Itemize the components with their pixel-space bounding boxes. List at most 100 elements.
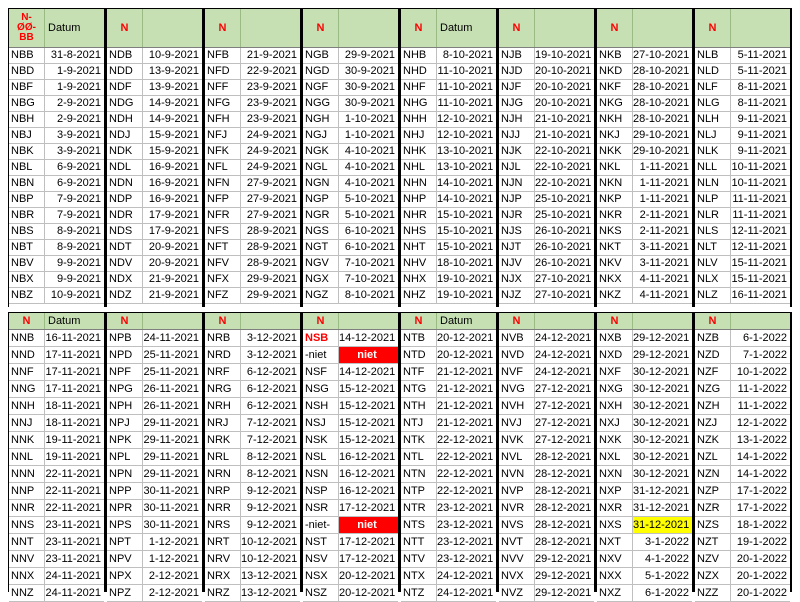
date-cell[interactable]: 17-12-2021 xyxy=(339,534,398,550)
date-cell[interactable]: 9-11-2021 xyxy=(731,128,790,143)
code-cell[interactable]: NSZ xyxy=(303,585,339,601)
date-cell[interactable]: 21-9-2021 xyxy=(143,288,202,303)
date-cell[interactable]: 10-12-2021 xyxy=(241,551,300,567)
code-cell[interactable]: NGG xyxy=(303,96,339,111)
date-cell[interactable]: 4-10-2021 xyxy=(339,144,398,159)
code-cell[interactable]: NHJ xyxy=(401,128,437,143)
date-cell[interactable]: 15-12-2021 xyxy=(339,432,398,448)
code-cell[interactable]: NBF xyxy=(9,80,45,95)
date-cell[interactable]: 11-11-2021 xyxy=(731,192,790,207)
code-cell[interactable]: NJF xyxy=(499,80,535,95)
code-cell[interactable]: NTS xyxy=(401,517,437,533)
date-cell[interactable]: 17-1-2022 xyxy=(731,483,790,499)
code-cell[interactable]: NSK xyxy=(303,432,339,448)
date-cell[interactable]: 4-11-2021 xyxy=(633,272,692,287)
code-cell[interactable]: NJX xyxy=(499,272,535,287)
code-cell[interactable]: NVX xyxy=(499,568,535,584)
code-cell[interactable]: NBR xyxy=(9,208,45,223)
date-cell[interactable]: 4-1-2022 xyxy=(633,551,692,567)
code-cell[interactable]: NVL xyxy=(499,449,535,465)
code-cell[interactable]: NDZ xyxy=(107,288,143,303)
date-cell[interactable]: 30-12-2021 xyxy=(633,432,692,448)
date-cell[interactable]: 20-12-2021 xyxy=(339,585,398,601)
date-cell[interactable]: 27-10-2021 xyxy=(535,272,594,287)
date-cell[interactable]: 13-10-2021 xyxy=(437,160,496,175)
code-cell[interactable]: NBV xyxy=(9,256,45,271)
code-cell[interactable]: NPT xyxy=(107,534,143,550)
date-cell[interactable]: 26-11-2021 xyxy=(143,398,202,414)
date-cell[interactable]: 3-9-2021 xyxy=(45,144,104,159)
date-cell[interactable]: 29-12-2021 xyxy=(535,585,594,601)
date-cell[interactable]: 3-1-2022 xyxy=(633,534,692,550)
date-cell[interactable]: 26-10-2021 xyxy=(535,240,594,255)
column-header[interactable]: N- ØØ- BB Datum xyxy=(9,9,104,48)
column-header[interactable]: N xyxy=(499,9,594,48)
code-cell[interactable]: NDV xyxy=(107,256,143,271)
code-cell[interactable]: NFJ xyxy=(205,128,241,143)
date-cell[interactable]: 24-9-2021 xyxy=(241,160,300,175)
code-cell[interactable]: NGK xyxy=(303,144,339,159)
code-cell[interactable]: NVG xyxy=(499,381,535,397)
header-date-cell[interactable]: Datum xyxy=(437,315,496,327)
code-cell[interactable]: NXV xyxy=(597,551,633,567)
date-cell[interactable]: 12-10-2021 xyxy=(437,128,496,143)
date-cell[interactable]: 9-11-2021 xyxy=(731,144,790,159)
date-cell[interactable]: 7-1-2022 xyxy=(731,347,790,363)
code-cell[interactable]: NJN xyxy=(499,176,535,191)
code-cell[interactable]: NZT xyxy=(695,534,731,550)
code-cell[interactable]: NND xyxy=(9,347,45,363)
date-cell[interactable]: 11-1-2022 xyxy=(731,381,790,397)
date-cell[interactable]: 25-10-2021 xyxy=(535,208,594,223)
code-cell[interactable]: NFS xyxy=(205,224,241,239)
date-cell[interactable]: 28-10-2021 xyxy=(633,112,692,127)
code-cell[interactable]: NKD xyxy=(597,64,633,79)
header-code-cell[interactable]: N xyxy=(499,9,535,47)
code-cell[interactable]: NNZ xyxy=(9,585,45,601)
date-cell[interactable]: 23-12-2021 xyxy=(437,500,496,516)
date-cell[interactable]: 29-9-2021 xyxy=(241,272,300,287)
code-cell[interactable]: NSH xyxy=(303,398,339,414)
date-cell[interactable]: 20-9-2021 xyxy=(143,256,202,271)
date-cell[interactable]: 1-9-2021 xyxy=(45,80,104,95)
code-cell[interactable]: NJT xyxy=(499,240,535,255)
date-cell[interactable]: 27-10-2021 xyxy=(633,48,692,63)
code-cell[interactable]: NLS xyxy=(695,224,731,239)
date-cell[interactable]: 5-11-2021 xyxy=(731,64,790,79)
date-cell[interactable]: 28-10-2021 xyxy=(633,64,692,79)
code-cell[interactable]: NRN xyxy=(205,466,241,482)
code-cell[interactable]: NLZ xyxy=(695,288,731,303)
code-cell[interactable]: NFD xyxy=(205,64,241,79)
date-cell[interactable]: 27-12-2021 xyxy=(535,381,594,397)
code-cell[interactable]: NFB xyxy=(205,48,241,63)
code-cell[interactable]: NPR xyxy=(107,500,143,516)
column-header[interactable]: N xyxy=(499,313,594,330)
date-cell[interactable]: 23-11-2021 xyxy=(45,534,104,550)
date-cell[interactable]: 29-12-2021 xyxy=(633,330,692,346)
code-cell[interactable]: NXR xyxy=(597,500,633,516)
date-cell[interactable]: 28-12-2021 xyxy=(535,517,594,533)
code-cell[interactable]: NFP xyxy=(205,192,241,207)
code-cell[interactable]: NRL xyxy=(205,449,241,465)
date-cell[interactable]: 18-1-2022 xyxy=(731,517,790,533)
code-cell[interactable]: NZJ xyxy=(695,415,731,431)
code-cell[interactable]: -niet xyxy=(303,347,339,363)
code-cell[interactable]: NHD xyxy=(401,64,437,79)
code-cell[interactable]: NHK xyxy=(401,144,437,159)
code-cell[interactable]: NGT xyxy=(303,240,339,255)
header-date-cell[interactable]: Datum xyxy=(437,22,496,34)
code-cell[interactable]: NBG xyxy=(9,96,45,111)
date-cell[interactable]: 29-12-2021 xyxy=(535,551,594,567)
date-cell[interactable]: 6-12-2021 xyxy=(241,398,300,414)
date-cell[interactable]: 20-1-2022 xyxy=(731,585,790,601)
code-cell[interactable]: NGJ xyxy=(303,128,339,143)
date-cell[interactable]: 20-9-2021 xyxy=(143,240,202,255)
date-cell[interactable]: 2-9-2021 xyxy=(45,112,104,127)
code-cell[interactable]: NSV xyxy=(303,551,339,567)
date-cell[interactable]: 10-11-2021 xyxy=(731,176,790,191)
date-cell[interactable]: 15-12-2021 xyxy=(339,398,398,414)
date-cell[interactable]: 24-11-2021 xyxy=(45,585,104,601)
header-code-cell[interactable]: N xyxy=(9,313,45,329)
date-cell[interactable]: 19-11-2021 xyxy=(45,449,104,465)
code-cell[interactable]: NLG xyxy=(695,96,731,111)
code-cell[interactable]: NNK xyxy=(9,432,45,448)
